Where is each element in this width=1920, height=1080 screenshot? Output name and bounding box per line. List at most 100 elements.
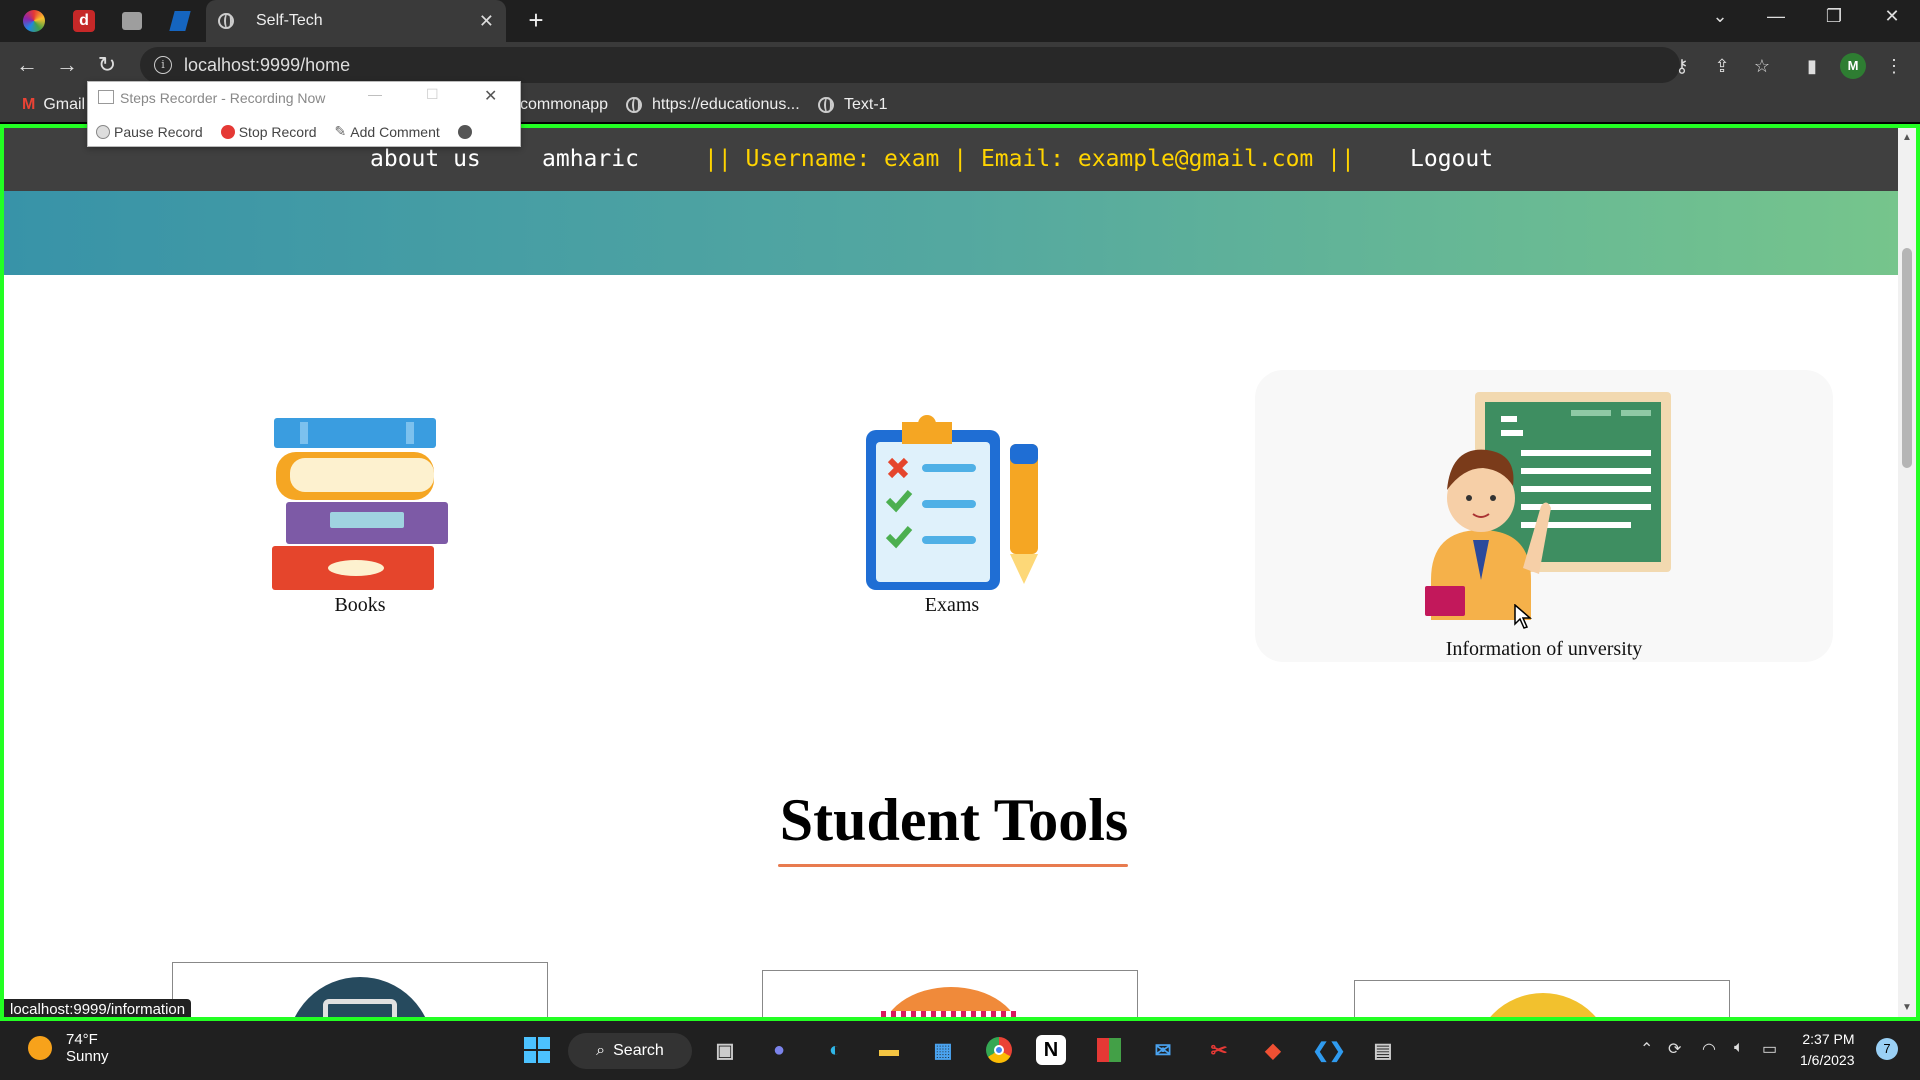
file-explorer-icon[interactable]: ▬ bbox=[870, 1031, 908, 1069]
bookmark-label: https://educationus... bbox=[652, 96, 800, 113]
store-icon[interactable]: ▦ bbox=[924, 1031, 962, 1069]
globe-icon bbox=[218, 13, 234, 29]
globe-icon bbox=[818, 97, 834, 113]
information-card[interactable] bbox=[1255, 370, 1833, 662]
pinned-tab-dark[interactable] bbox=[160, 4, 200, 38]
nav-amharic[interactable]: amharic bbox=[542, 146, 639, 172]
pinned-tab-d[interactable]: d bbox=[64, 4, 104, 38]
weather-temp: 74°F bbox=[66, 1031, 98, 1048]
page-scrollbar[interactable]: ▲ ▼ bbox=[1898, 128, 1916, 1017]
clock-time: 2:37 PM bbox=[1802, 1031, 1855, 1047]
weather-widget[interactable]: 74°F Sunny bbox=[28, 1031, 109, 1065]
show-hidden-icons[interactable]: ⌃ bbox=[1640, 1039, 1653, 1059]
share-icon[interactable]: ⇪ bbox=[1708, 52, 1736, 80]
new-tab-button[interactable]: + bbox=[522, 7, 550, 35]
nav-logout[interactable]: Logout bbox=[1410, 146, 1493, 172]
sync-icon[interactable]: ⟳ bbox=[1668, 1039, 1681, 1059]
steps-recorder-taskbar-icon[interactable]: ▤ bbox=[1364, 1031, 1402, 1069]
vscode-icon[interactable]: ❮❯ bbox=[1310, 1031, 1348, 1069]
exams-card[interactable] bbox=[862, 414, 1042, 594]
recorder-close-button[interactable]: ✕ bbox=[484, 86, 497, 106]
notion-icon[interactable]: N bbox=[1036, 1035, 1066, 1065]
hero-banner bbox=[4, 191, 1904, 275]
user-info: || Username: exam | Email: example@gmail… bbox=[704, 146, 1355, 172]
window-close-button[interactable]: ✕ bbox=[1872, 6, 1912, 27]
tool-card-1[interactable] bbox=[172, 962, 548, 1017]
recorder-minimize-button[interactable]: — bbox=[368, 86, 382, 102]
tool-card-3[interactable] bbox=[1354, 980, 1730, 1017]
search-icon: ⌕ bbox=[596, 1042, 606, 1059]
pinned-tab-bus[interactable] bbox=[112, 4, 152, 38]
back-button[interactable]: ← bbox=[12, 52, 42, 78]
recorder-maximize-button[interactable]: ☐ bbox=[426, 86, 439, 103]
bookmark-label: Gmail bbox=[43, 96, 86, 113]
task-view-icon[interactable]: ▣ bbox=[706, 1031, 744, 1069]
student-tools-title: Student Tools bbox=[779, 787, 1129, 853]
help-icon bbox=[457, 124, 472, 139]
nav-about-us[interactable]: about us bbox=[370, 146, 481, 172]
restore-button[interactable]: ❐ bbox=[1814, 6, 1854, 27]
forward-button[interactable]: → bbox=[52, 52, 82, 78]
books-card[interactable] bbox=[270, 414, 450, 594]
color-app-icon[interactable] bbox=[1090, 1031, 1128, 1069]
pause-record-button[interactable]: Pause Record bbox=[96, 123, 203, 140]
recorder-controls: Pause Record Stop Record ✎ Add Comment bbox=[96, 123, 472, 140]
page-viewport: about us amharic || Username: exam | Ema… bbox=[0, 124, 1920, 1021]
tab-self-tech[interactable]: Self-Tech ✕ bbox=[206, 0, 506, 42]
chrome-logo-shape bbox=[986, 1037, 1012, 1063]
add-comment-button[interactable]: ✎ Add Comment bbox=[335, 123, 440, 140]
browser-tab-strip: d Self-Tech ✕ + ⌄ — ❐ ✕ bbox=[0, 0, 1920, 42]
windows-logo-icon bbox=[524, 1037, 550, 1063]
recorder-app-icon bbox=[98, 90, 114, 104]
chevron-down-icon[interactable]: ⌄ bbox=[1700, 6, 1740, 27]
key-icon[interactable]: ⚷ bbox=[1668, 52, 1696, 80]
recorder-title: Steps Recorder - Recording Now bbox=[120, 90, 326, 106]
bookmark-star-icon[interactable]: ☆ bbox=[1748, 52, 1776, 80]
profile-avatar[interactable]: M bbox=[1840, 53, 1866, 79]
edge-icon[interactable]: ◐ bbox=[816, 1031, 854, 1069]
reload-button[interactable]: ↻ bbox=[92, 52, 122, 78]
minimize-button[interactable]: — bbox=[1756, 6, 1796, 27]
side-panel-icon[interactable]: ▮ bbox=[1798, 52, 1826, 80]
stop-record-button[interactable]: Stop Record bbox=[220, 123, 317, 140]
address-bar[interactable]: i localhost:9999/home bbox=[140, 47, 1680, 83]
information-label[interactable]: Information of unversity bbox=[1255, 638, 1833, 661]
info-icon[interactable]: i bbox=[154, 56, 172, 74]
notification-badge[interactable]: 7 bbox=[1876, 1038, 1898, 1060]
steps-recorder-window[interactable]: Steps Recorder - Recording Now — ☐ ✕ Pau… bbox=[87, 81, 521, 147]
snipping-tool-icon[interactable]: ✂ bbox=[1200, 1031, 1238, 1069]
battery-icon[interactable]: ▭ bbox=[1762, 1039, 1777, 1059]
taskbar-clock[interactable]: 2:37 PM 1/6/2023 bbox=[1800, 1029, 1855, 1071]
pause-icon bbox=[96, 124, 110, 139]
tool-card-2[interactable] bbox=[762, 970, 1138, 1017]
menu-kebab-icon[interactable]: ⋮ bbox=[1880, 52, 1908, 80]
git-icon[interactable]: ◆ bbox=[1254, 1031, 1292, 1069]
wifi-icon[interactable]: ◠ bbox=[1702, 1039, 1716, 1059]
add-comment-label: Add Comment bbox=[350, 123, 440, 140]
swirl-logo-icon bbox=[23, 10, 45, 32]
scroll-up-icon[interactable]: ▲ bbox=[1902, 132, 1912, 143]
bookmark-educationus[interactable]: https://educationus... bbox=[626, 96, 800, 114]
windows-taskbar: 74°F Sunny ⌕ Search ▣ ● ◐ ▬ ▦ N ✉ ✂ ◆ ❮❯… bbox=[0, 1021, 1920, 1080]
teams-chat-icon[interactable]: ● bbox=[760, 1031, 798, 1069]
mail-icon[interactable]: ✉ bbox=[1144, 1031, 1182, 1069]
taskbar-search[interactable]: ⌕ Search bbox=[568, 1033, 692, 1069]
color-app-shape bbox=[1097, 1038, 1121, 1062]
scroll-thumb[interactable] bbox=[1902, 248, 1912, 468]
clock-date: 1/6/2023 bbox=[1800, 1052, 1855, 1068]
exams-label[interactable]: Exams bbox=[862, 594, 1042, 617]
notebook-spiral-shape bbox=[881, 1011, 1021, 1017]
bookmark-text-1[interactable]: Text-1 bbox=[818, 96, 888, 114]
bus-icon bbox=[122, 12, 142, 30]
books-label[interactable]: Books bbox=[270, 594, 450, 617]
start-button[interactable] bbox=[518, 1031, 556, 1069]
pinned-tab-app-icon[interactable] bbox=[14, 4, 54, 38]
help-button[interactable] bbox=[457, 123, 472, 140]
scroll-down-icon[interactable]: ▼ bbox=[1902, 1002, 1912, 1013]
close-icon[interactable]: ✕ bbox=[479, 11, 494, 32]
chrome-icon[interactable] bbox=[980, 1031, 1018, 1069]
bookmark-commonapp[interactable]: commonapp bbox=[520, 96, 608, 114]
volume-icon[interactable]: 🔈︎ bbox=[1734, 1039, 1744, 1057]
bookmark-gmail[interactable]: M Gmail bbox=[22, 96, 85, 114]
teacher-board-icon bbox=[1425, 392, 1671, 620]
